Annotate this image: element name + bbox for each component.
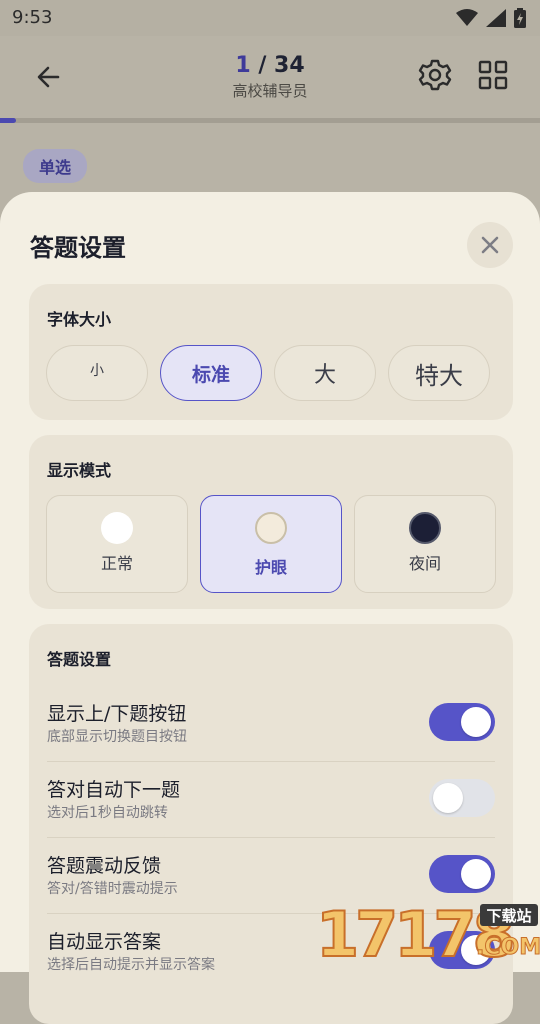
progress-bar <box>0 118 540 123</box>
divider <box>47 761 495 762</box>
font-size-xlarge-button[interactable]: 特大 <box>388 345 490 401</box>
status-time: 9:53 <box>12 7 53 28</box>
mode-label: 夜间 <box>408 554 441 573</box>
counter-separator: / <box>250 53 275 78</box>
battery-icon <box>514 8 526 28</box>
setting-row-nav-buttons: 显示上/下题按钮 底部显示切换题目按钮 <box>47 699 495 775</box>
watermark-suffix: .COM <box>476 935 540 960</box>
signal-icon <box>486 9 506 27</box>
app-bar: 1 / 34 高校辅导员 <box>0 36 540 118</box>
toggle-vibration[interactable] <box>429 855 495 893</box>
question-counter: 1 / 34 <box>0 53 540 78</box>
close-button[interactable] <box>467 222 513 268</box>
close-icon <box>481 236 499 254</box>
progress-fill <box>0 118 16 123</box>
site-watermark-logo: 17178 下载站 .COM <box>316 898 540 960</box>
setting-label: 自动显示答案 <box>47 931 162 953</box>
font-size-title: 字体大小 <box>47 310 112 329</box>
wifi-icon <box>456 9 478 26</box>
toggle-knob <box>461 707 491 737</box>
font-size-card: 字体大小 小 标准 大 特大 <box>29 284 513 420</box>
setting-description: 答对/答错时震动提示 <box>47 881 178 897</box>
display-mode-title: 显示模式 <box>47 461 112 480</box>
status-bar: 9:53 <box>0 0 540 36</box>
setting-label: 答题震动反馈 <box>47 855 162 877</box>
toggle-nav-buttons[interactable] <box>429 703 495 741</box>
font-size-standard-button[interactable]: 标准 <box>160 345 262 401</box>
mode-night-button[interactable]: 夜间 <box>354 495 496 593</box>
setting-description: 选择后自动提示并显示答案 <box>47 957 215 973</box>
current-question-number: 1 <box>235 53 251 78</box>
setting-row-auto-next: 答对自动下一题 选对后1秒自动跳转 <box>47 775 495 851</box>
grid-icon[interactable] <box>478 60 508 90</box>
mode-label: 护眼 <box>254 558 287 577</box>
sheet-title: 答题设置 <box>30 234 126 262</box>
toggle-auto-next[interactable] <box>429 779 495 817</box>
toggle-knob <box>461 859 491 889</box>
subject-title: 高校辅导员 <box>232 82 308 100</box>
setting-label: 显示上/下题按钮 <box>47 703 187 725</box>
setting-description: 底部显示切换题目按钮 <box>47 729 187 745</box>
setting-label: 答对自动下一题 <box>47 779 181 801</box>
color-swatch-white <box>101 512 133 544</box>
settings-sheet: 答题设置 字体大小 小 标准 大 特大 显示模式 正常 护眼 夜间 答题设置 显… <box>0 192 540 1024</box>
setting-description: 选对后1秒自动跳转 <box>47 805 168 821</box>
answer-settings-card: 答题设置 显示上/下题按钮 底部显示切换题目按钮 答对自动下一题 选对后1秒自动… <box>29 624 513 1024</box>
answer-settings-title: 答题设置 <box>47 650 112 669</box>
watermark-badge-text: 下载站 <box>486 907 531 925</box>
color-swatch-beige <box>255 512 287 544</box>
system-icons <box>456 8 526 28</box>
divider <box>47 837 495 838</box>
display-mode-card: 显示模式 正常 护眼 夜间 <box>29 435 513 609</box>
mode-normal-button[interactable]: 正常 <box>46 495 188 593</box>
font-size-small-button[interactable]: 小 <box>46 345 148 401</box>
color-swatch-dark <box>409 512 441 544</box>
question-type-badge: 单选 <box>23 149 88 183</box>
font-size-large-button[interactable]: 大 <box>274 345 376 401</box>
mode-eye-care-button[interactable]: 护眼 <box>200 495 342 593</box>
total-question-count: 34 <box>274 53 305 78</box>
toggle-knob <box>433 783 463 813</box>
gear-icon[interactable] <box>418 58 452 92</box>
mode-label: 正常 <box>100 554 133 573</box>
